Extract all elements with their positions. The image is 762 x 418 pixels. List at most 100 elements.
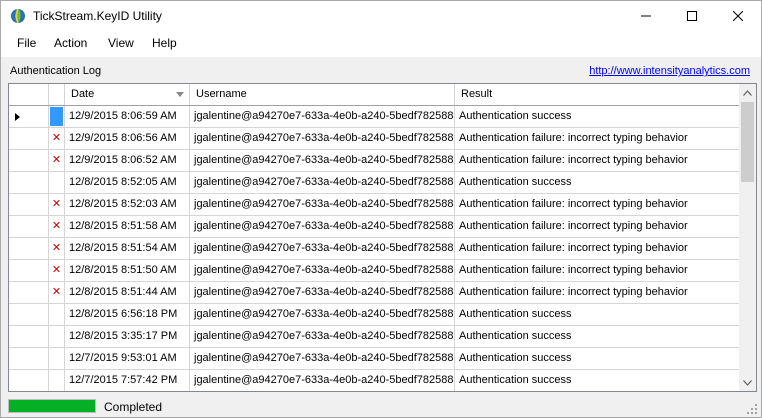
scroll-down-button[interactable] [739,374,756,391]
chevron-up-icon [743,89,752,96]
status-cell[interactable] [49,172,65,193]
row-selector[interactable] [9,304,49,325]
status-cell[interactable] [49,370,65,391]
status-cell[interactable]: ✕ [49,194,65,215]
table-row[interactable]: ✕ 12/8/2015 8:52:03 AM jgalentine@a94270e7… [9,194,739,216]
table-row[interactable]: ✕ 12/9/2015 8:06:52 AM jgalentine@a94270e7… [9,150,739,172]
maximize-button[interactable] [669,1,715,31]
table-row[interactable]: 12/7/2015 7:57:42 PM jgalentine@a94270e7-… [9,370,739,391]
username-cell[interactable]: jgalentine@a94270e7-633a-4e0b-a240-5bedf… [190,150,455,171]
username-cell[interactable]: jgalentine@a94270e7-633a-4e0b-a240-5bedf… [190,106,455,127]
username-cell[interactable]: jgalentine@a94270e7-633a-4e0b-a240-5bedf… [190,260,455,281]
username-cell[interactable]: jgalentine@a94270e7-633a-4e0b-a240-5bedf… [190,348,455,369]
table-row[interactable]: ✕ 12/8/2015 8:51:54 AM jgalentine@a94270e7… [9,238,739,260]
header-status[interactable] [49,84,65,105]
menu-action[interactable]: Action [52,36,89,50]
result-cell[interactable]: Authentication success [455,370,739,391]
header-result[interactable]: Result [455,84,739,105]
status-cell[interactable]: ✕ [49,260,65,281]
row-selector[interactable] [9,172,49,193]
table-row[interactable]: 12/9/2015 8:06:59 AM jgalentine@a94270e7-… [9,106,739,128]
date-cell[interactable]: 12/9/2015 8:06:56 AM [65,128,190,149]
username-cell[interactable]: jgalentine@a94270e7-633a-4e0b-a240-5bedf… [190,304,455,325]
result-cell[interactable]: Authentication failure: incorrect typing… [455,216,739,237]
row-selector[interactable] [9,238,49,259]
row-selector[interactable] [9,216,49,237]
result-cell[interactable]: Authentication success [455,172,739,193]
status-cell[interactable] [49,304,65,325]
result-cell[interactable]: Authentication success [455,348,739,369]
result-cell[interactable]: Authentication success [455,326,739,347]
result-cell[interactable]: Authentication failure: incorrect typing… [455,238,739,259]
table-row[interactable]: 12/7/2015 9:53:01 AM jgalentine@a94270e7-… [9,348,739,370]
username-cell[interactable]: jgalentine@a94270e7-633a-4e0b-a240-5bedf… [190,326,455,347]
status-cell[interactable]: ✕ [49,216,65,237]
row-selector[interactable] [9,150,49,171]
row-selector[interactable] [9,128,49,149]
scroll-thumb[interactable] [741,102,754,182]
row-selector[interactable] [9,326,49,347]
header-date[interactable]: Date [65,84,190,105]
row-selector[interactable] [9,282,49,303]
date-cell[interactable]: 12/8/2015 8:51:58 AM [65,216,190,237]
date-cell[interactable]: 12/8/2015 8:52:03 AM [65,194,190,215]
status-cell[interactable]: ✕ [49,238,65,259]
result-cell[interactable]: Authentication failure: incorrect typing… [455,128,739,149]
username-cell[interactable]: jgalentine@a94270e7-633a-4e0b-a240-5bedf… [190,128,455,149]
date-cell[interactable]: 12/7/2015 9:53:01 AM [65,348,190,369]
minimize-button[interactable] [623,1,669,31]
status-cell[interactable] [49,348,65,369]
status-cell[interactable] [49,106,65,127]
resize-grip-icon[interactable] [747,404,757,414]
website-link[interactable]: http://www.intensityanalytics.com [589,65,750,77]
table-row[interactable]: ✕ 12/8/2015 8:51:50 AM jgalentine@a94270e7… [9,260,739,282]
table-row[interactable]: ✕ 12/9/2015 8:06:56 AM jgalentine@a94270e7… [9,128,739,150]
date-cell[interactable]: 12/8/2015 8:52:05 AM [65,172,190,193]
result-cell[interactable]: Authentication success [455,106,739,127]
row-selector[interactable] [9,348,49,369]
date-cell[interactable]: 12/8/2015 8:51:50 AM [65,260,190,281]
row-selector[interactable] [9,106,49,127]
header-username[interactable]: Username [190,84,455,105]
header-row-selector[interactable] [9,84,49,105]
status-cell[interactable] [49,326,65,347]
date-cell[interactable]: 12/9/2015 8:06:59 AM [65,106,190,127]
table-row[interactable]: ✕ 12/8/2015 8:51:58 AM jgalentine@a94270e7… [9,216,739,238]
header-username-label: Username [196,88,247,100]
username-cell[interactable]: jgalentine@a94270e7-633a-4e0b-a240-5bedf… [190,238,455,259]
menu-view[interactable]: View [106,36,136,50]
username-cell[interactable]: jgalentine@a94270e7-633a-4e0b-a240-5bedf… [190,282,455,303]
date-cell[interactable]: 12/8/2015 3:35:17 PM [65,326,190,347]
row-selector[interactable] [9,260,49,281]
status-cell[interactable]: ✕ [49,128,65,149]
username-cell[interactable]: jgalentine@a94270e7-633a-4e0b-a240-5bedf… [190,194,455,215]
result-cell[interactable]: Authentication failure: incorrect typing… [455,282,739,303]
title-bar[interactable]: TickStream.KeyID Utility [1,1,761,31]
menu-help[interactable]: Help [150,36,179,50]
status-cell[interactable]: ✕ [49,150,65,171]
date-cell[interactable]: 12/8/2015 8:51:54 AM [65,238,190,259]
date-cell[interactable]: 12/8/2015 6:56:18 PM [65,304,190,325]
menu-file[interactable]: File [15,36,38,50]
table-row[interactable]: ✕ 12/8/2015 8:51:44 AM jgalentine@a94270e7… [9,282,739,304]
date-cell[interactable]: 12/9/2015 8:06:52 AM [65,150,190,171]
result-cell[interactable]: Authentication failure: incorrect typing… [455,260,739,281]
username-cell[interactable]: jgalentine@a94270e7-633a-4e0b-a240-5bedf… [190,370,455,391]
status-cell[interactable]: ✕ [49,282,65,303]
username-cell[interactable]: jgalentine@a94270e7-633a-4e0b-a240-5bedf… [190,216,455,237]
username-cell[interactable]: jgalentine@a94270e7-633a-4e0b-a240-5bedf… [190,172,455,193]
scroll-up-button[interactable] [739,84,756,101]
vertical-scrollbar[interactable] [739,84,756,391]
table-row[interactable]: 12/8/2015 8:52:05 AM jgalentine@a94270e7-… [9,172,739,194]
result-cell[interactable]: Authentication failure: incorrect typing… [455,150,739,171]
row-selector[interactable] [9,194,49,215]
date-cell[interactable]: 12/7/2015 7:57:42 PM [65,370,190,391]
result-cell[interactable]: Authentication success [455,304,739,325]
authentication-log-grid[interactable]: Date Username Result 12/9/2015 8:06:59 A… [8,83,757,392]
close-button[interactable] [715,1,761,31]
table-row[interactable]: 12/8/2015 6:56:18 PM jgalentine@a94270e7-… [9,304,739,326]
date-cell[interactable]: 12/8/2015 8:51:44 AM [65,282,190,303]
result-cell[interactable]: Authentication failure: incorrect typing… [455,194,739,215]
row-selector[interactable] [9,370,49,391]
table-row[interactable]: 12/8/2015 3:35:17 PM jgalentine@a94270e7-… [9,326,739,348]
